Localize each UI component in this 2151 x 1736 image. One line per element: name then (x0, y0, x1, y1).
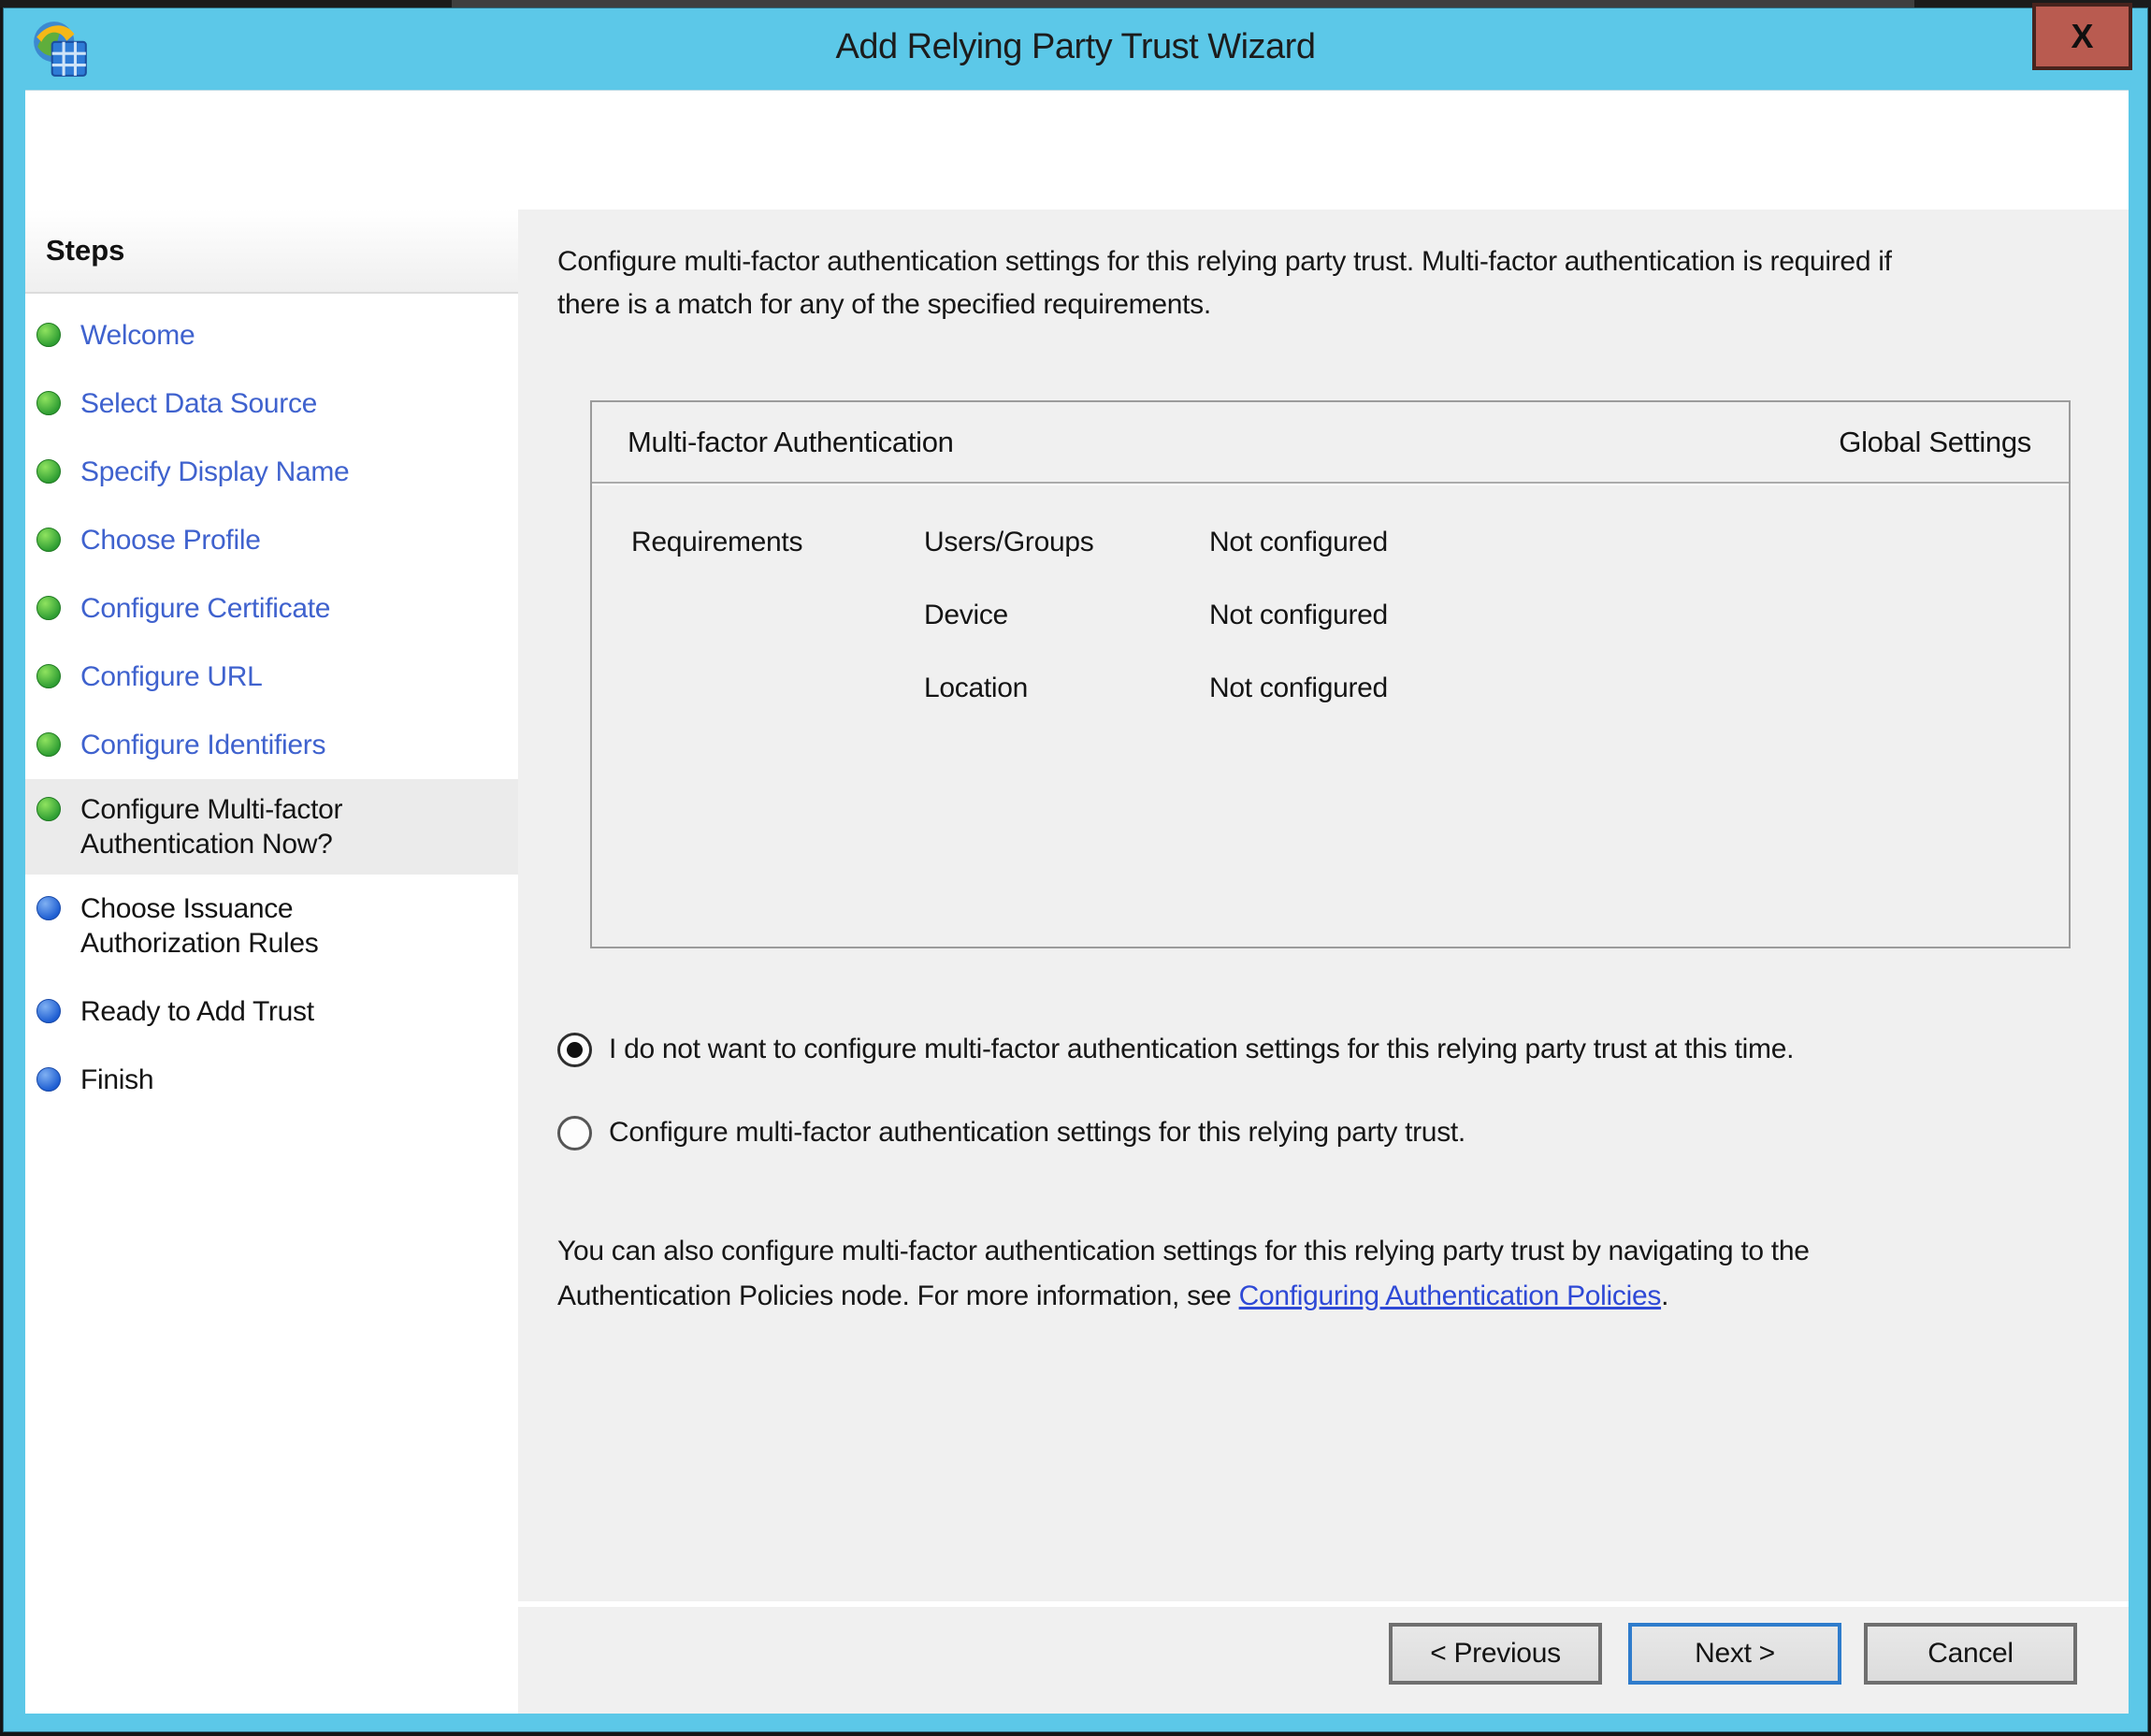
radio-configure-mfa-label: Configure multi-factor authentication se… (609, 1117, 1465, 1149)
button-bar: < Previous Next > Cancel (518, 1601, 2129, 1709)
step-configure-certificate[interactable]: Configure Certificate (25, 574, 518, 643)
step-configure-mfa-now-current[interactable]: Configure Multi-factor Authentication No… (25, 779, 518, 875)
device-value: Not configured (1209, 600, 2069, 631)
step-finish: Finish (25, 1046, 518, 1114)
radio-do-not-configure-mfa-label: I do not want to configure multi-factor … (609, 1034, 1794, 1065)
step-done-bullet-icon (36, 596, 61, 620)
steps-heading: Steps (25, 210, 518, 294)
configuring-authentication-policies-link[interactable]: Configuring Authentication Policies (1239, 1280, 1661, 1311)
step-specify-display-name[interactable]: Specify Display Name (25, 438, 518, 506)
table-row: Location Not configured (592, 652, 2069, 725)
window-title: Add Relying Party Trust Wizard (4, 27, 2147, 67)
wizard-panel: Steps Welcome Select Data Source Specify… (25, 90, 2129, 1714)
step-welcome[interactable]: Welcome (25, 301, 518, 369)
step-upcoming-bullet-icon (36, 1067, 61, 1092)
global-settings-label: Global Settings (1839, 426, 2031, 459)
table-row: Device Not configured (592, 579, 2069, 652)
users-groups-label: Users/Groups (924, 527, 1209, 558)
mfa-groupbox-body: Requirements Users/Groups Not configured… (592, 484, 2069, 725)
close-button[interactable]: X (2032, 3, 2132, 70)
step-done-bullet-icon (36, 391, 61, 415)
location-value: Not configured (1209, 673, 2069, 704)
close-icon: X (2071, 17, 2093, 56)
radio-do-not-configure-mfa[interactable]: I do not want to configure multi-factor … (557, 1031, 1794, 1068)
step-done-bullet-icon (36, 664, 61, 688)
cancel-button[interactable]: Cancel (1864, 1623, 2077, 1685)
step-done-bullet-icon (36, 323, 61, 347)
step-upcoming-bullet-icon (36, 999, 61, 1023)
step-done-bullet-icon (36, 459, 61, 484)
next-button[interactable]: Next > (1628, 1623, 1841, 1685)
step-content-pane: Configure multi-factor authentication se… (518, 210, 2129, 1714)
location-label: Location (924, 673, 1209, 704)
radio-unselected-icon[interactable] (557, 1116, 592, 1150)
step-done-bullet-icon (36, 797, 61, 821)
step-done-bullet-icon (36, 528, 61, 552)
desktop-edge (0, 0, 2151, 7)
radio-configure-mfa[interactable]: Configure multi-factor authentication se… (557, 1114, 1465, 1151)
mfa-groupbox-header: Multi-factor Authentication Global Setti… (592, 402, 2069, 484)
radio-selected-icon[interactable] (557, 1033, 592, 1067)
requirements-label: Requirements (631, 527, 924, 558)
title-bar[interactable]: Add Relying Party Trust Wizard X (4, 8, 2147, 90)
intro-text: Configure multi-factor authentication se… (557, 240, 2121, 326)
step-configure-identifiers[interactable]: Configure Identifiers (25, 711, 518, 779)
steps-list: Welcome Select Data Source Specify Displ… (25, 301, 518, 1114)
table-row: Requirements Users/Groups Not configured (592, 506, 2069, 579)
mfa-settings-groupbox: Multi-factor Authentication Global Setti… (590, 400, 2071, 948)
wizard-header-band (25, 91, 2129, 210)
step-upcoming-bullet-icon (36, 896, 61, 920)
step-select-data-source[interactable]: Select Data Source (25, 369, 518, 438)
wizard-window: Add Relying Party Trust Wizard X Steps W… (3, 7, 2148, 1732)
device-label: Device (924, 600, 1209, 631)
step-done-bullet-icon (36, 732, 61, 757)
users-groups-value: Not configured (1209, 527, 2069, 558)
step-ready-to-add-trust: Ready to Add Trust (25, 977, 518, 1046)
mfa-groupbox-title: Multi-factor Authentication (628, 426, 954, 459)
steps-sidebar: Steps Welcome Select Data Source Specify… (25, 210, 518, 1714)
previous-button[interactable]: < Previous (1389, 1623, 1602, 1685)
screen: Add Relying Party Trust Wizard X Steps W… (0, 0, 2151, 1736)
step-choose-issuance-authorization-rules: Choose Issuance Authorization Rules (25, 875, 518, 977)
step-choose-profile[interactable]: Choose Profile (25, 506, 518, 574)
note-text: You can also configure multi-factor auth… (557, 1229, 2121, 1319)
step-configure-url[interactable]: Configure URL (25, 643, 518, 711)
